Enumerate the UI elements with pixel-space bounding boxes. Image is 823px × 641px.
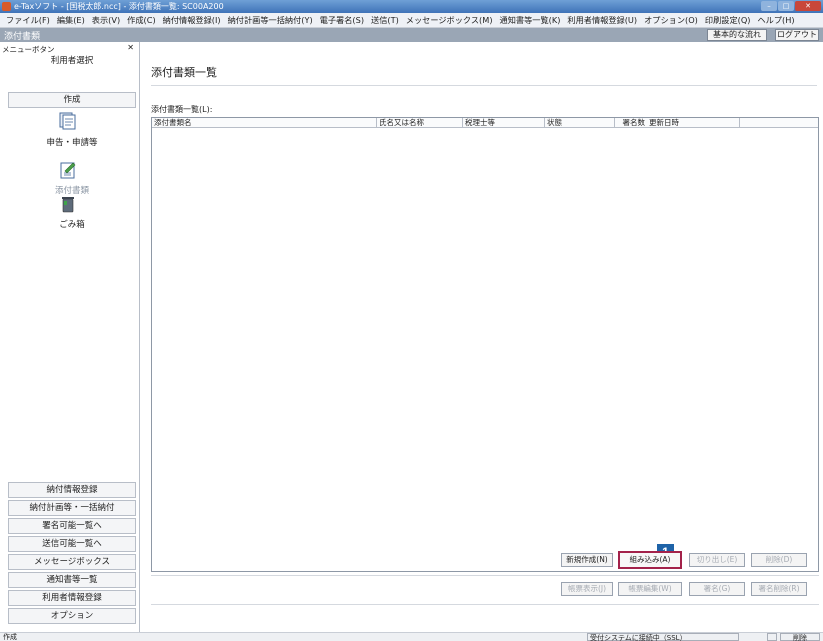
connection-status: 受付システムに接続中（SSL） (587, 633, 739, 641)
column-header-accountant[interactable]: 税理士等 (463, 118, 545, 128)
import-button[interactable]: 組み込み(A) (618, 551, 682, 569)
minimize-icon[interactable]: – (761, 1, 777, 11)
menu-options[interactable]: オプション(O) (644, 14, 698, 26)
pin-icon[interactable]: ✕ (127, 43, 134, 52)
menu-help[interactable]: ヘルプ(H) (757, 14, 794, 26)
status-bar: 作成 受付システムに接続中（SSL） 削除 (0, 632, 823, 641)
maximize-icon[interactable]: □ (778, 1, 794, 11)
basic-flow-button[interactable]: 基本的な流れ (707, 29, 767, 41)
sidebar-payment-info-button[interactable]: 納付情報登録 (8, 482, 136, 498)
page-title: 添付書類一覧 (151, 66, 217, 79)
sign-button[interactable]: 署名(G) (689, 582, 745, 596)
menu-view[interactable]: 表示(V) (92, 14, 120, 26)
menu-create[interactable]: 作成(C) (127, 14, 155, 26)
column-header-updated[interactable]: 更新日時 (647, 118, 740, 128)
table-header: 添付書類名 氏名又は名称 税理士等 状態 署名数 更新日時 (152, 118, 818, 128)
export-button[interactable]: 切り出し(E) (689, 553, 745, 567)
sidebar-options-button[interactable]: オプション (8, 608, 136, 624)
menu-edit[interactable]: 編集(E) (57, 14, 85, 26)
menu-bar: ファイル(F) 編集(E) 表示(V) 作成(C) 納付情報登録(I) 納付計画… (0, 13, 823, 28)
document-stack-icon[interactable] (57, 111, 79, 131)
menu-payment-info[interactable]: 納付情報登録(I) (163, 14, 221, 26)
sidebar-user-info-button[interactable]: 利用者情報登録 (8, 590, 136, 606)
status-right-text: 削除 (780, 633, 820, 641)
menu-send[interactable]: 送信(T) (371, 14, 399, 26)
column-header-name[interactable]: 添付書類名 (152, 118, 377, 128)
sidebar-item-trash[interactable]: ごみ箱 (8, 218, 136, 230)
logout-button[interactable]: ログアウト (775, 29, 819, 41)
window-title: e-Taxソフト - [国税太郎.ncc] - 添付書類一覧: SC00A200 (14, 2, 224, 11)
sidebar-sendable-list-button[interactable]: 送信可能一覧へ (8, 536, 136, 552)
close-icon[interactable]: ✕ (795, 1, 821, 11)
user-select-button[interactable]: 利用者選択 (8, 54, 136, 70)
menu-print-settings[interactable]: 印刷設定(Q) (705, 14, 751, 26)
sidebar-signable-list-button[interactable]: 署名可能一覧へ (8, 518, 136, 534)
window-controls: – □ ✕ (761, 1, 821, 11)
new-button[interactable]: 新規作成(N) (561, 553, 613, 567)
trash-bin-icon[interactable] (57, 194, 79, 214)
button-row-divider (151, 575, 819, 576)
column-header-signatures[interactable]: 署名数 (615, 118, 646, 128)
attachment-table[interactable]: 添付書類名 氏名又は名称 税理士等 状態 署名数 更新日時 (151, 117, 819, 572)
form-edit-button[interactable]: 帳票編集(W) (618, 582, 682, 596)
menu-message-box[interactable]: メッセージボックス(M) (406, 14, 493, 26)
sidebar-message-box-button[interactable]: メッセージボックス (8, 554, 136, 570)
menu-file[interactable]: ファイル(F) (6, 14, 50, 26)
sidebar: メニューボタン ✕ 利用者選択 作成 申告・申請等 添付書類 ごみ箱 納付情報登… (0, 42, 140, 632)
signature-delete-button[interactable]: 署名削除(R) (751, 582, 807, 596)
sidebar-payment-plan-button[interactable]: 納付計画等・一括納付 (8, 500, 136, 516)
form-view-button[interactable]: 帳票表示(J) (561, 582, 613, 596)
status-mode: 作成 (3, 633, 17, 641)
menu-payment-plan[interactable]: 納付計画等一括納付(Y) (228, 14, 313, 26)
main-panel: 添付書類一覧 添付書類一覧(L): 添付書類名 氏名又は名称 税理士等 状態 署… (141, 42, 823, 632)
menu-signature[interactable]: 電子署名(S) (320, 14, 364, 26)
window-titlebar: e-Taxソフト - [国税太郎.ncc] - 添付書類一覧: SC00A200… (0, 0, 823, 13)
screen-title: 添付書類 (4, 32, 41, 42)
sidebar-notices-button[interactable]: 通知書等一覧 (8, 572, 136, 588)
column-header-status[interactable]: 状態 (545, 118, 615, 128)
app-icon (2, 2, 11, 11)
pencil-document-icon[interactable] (57, 160, 79, 180)
bottom-divider (151, 604, 819, 605)
delete-button[interactable]: 削除(D) (751, 553, 807, 567)
menu-notices[interactable]: 通知書等一覧(K) (500, 14, 561, 26)
create-button[interactable]: 作成 (8, 92, 136, 108)
menu-user-info[interactable]: 利用者情報登録(U) (567, 14, 637, 26)
attachment-list-label: 添付書類一覧(L): (151, 105, 213, 114)
title-divider (151, 85, 817, 86)
status-indicator (767, 633, 777, 641)
column-header-taxpayer[interactable]: 氏名又は名称 (377, 118, 463, 128)
screen-header: 添付書類 基本的な流れ ログアウト (0, 28, 823, 42)
sidebar-item-returns[interactable]: 申告・申請等 (8, 136, 136, 148)
